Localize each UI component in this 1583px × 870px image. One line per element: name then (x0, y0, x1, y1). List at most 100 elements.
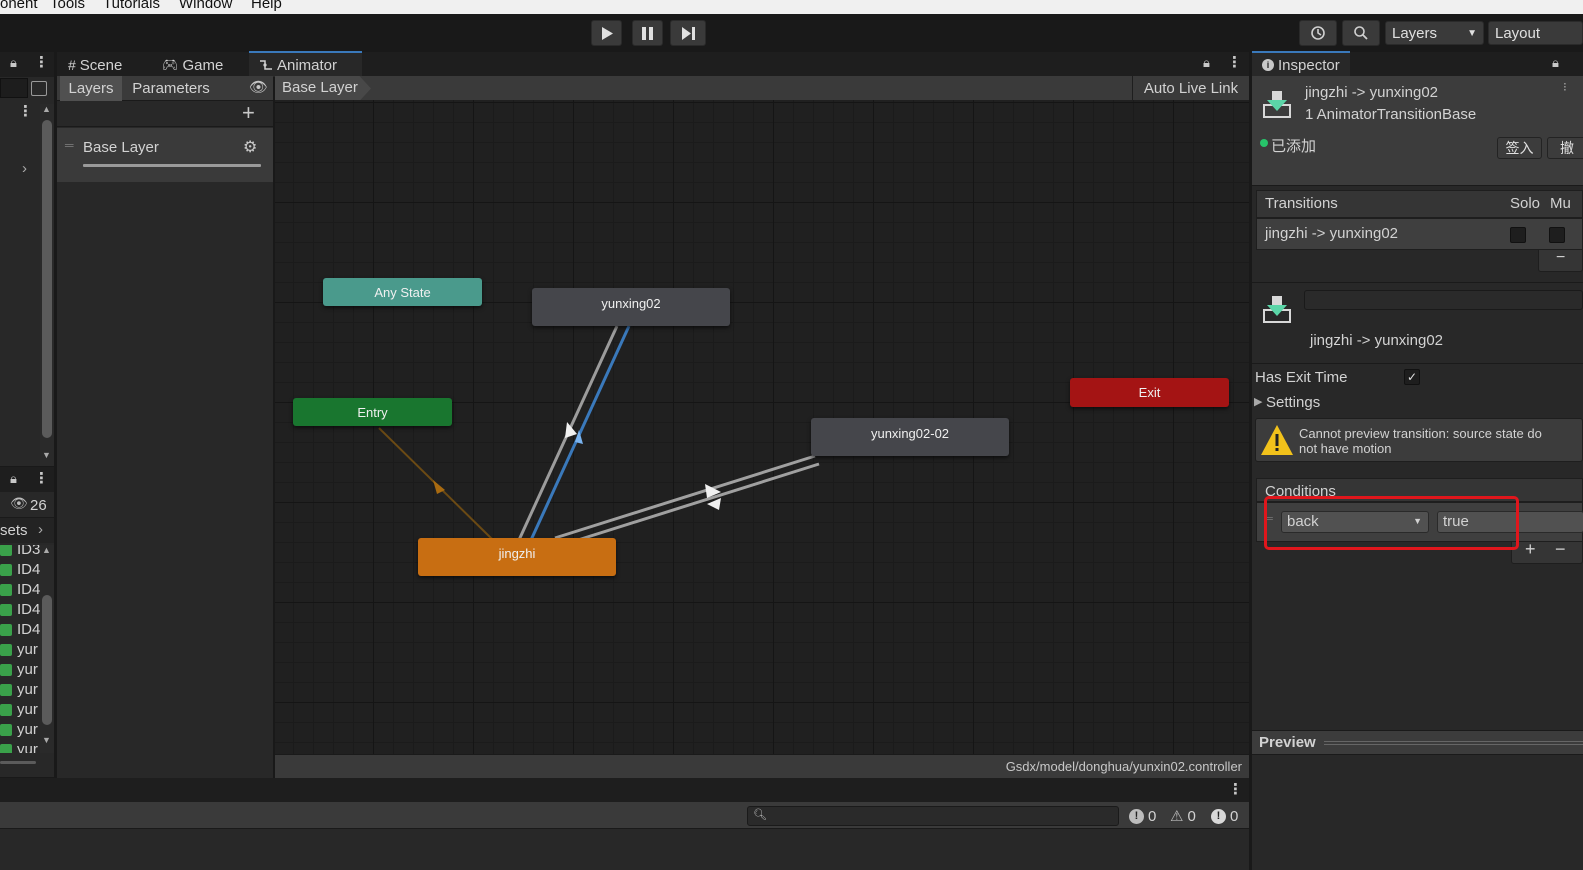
main-toolbar: Layers ▼ Layout (0, 14, 1583, 52)
transition-yunxing02-02-jingzhi (558, 462, 820, 548)
project-scrollbar[interactable]: ▲ ▼ (40, 545, 54, 753)
breadcrumb-item-base-layer: Base Layer (282, 79, 358, 96)
hierarchy-scrollbar[interactable]: ▲ ▼ (40, 104, 54, 466)
layer-item-base[interactable]: ═ Base Layer ⚙ (57, 128, 273, 182)
state-any-state[interactable]: Any State (323, 278, 482, 306)
history-icon (1311, 26, 1325, 40)
tab-layers[interactable]: Layers (60, 76, 122, 101)
layer-weight-bar (83, 164, 261, 167)
lock-icon[interactable]: 🔒︎ (1552, 55, 1559, 71)
state-jingzhi[interactable]: jingzhi (418, 538, 616, 576)
animator-layers-panel: Layers Parameters 👁︎ + ═ Base Layer ⚙ (57, 76, 273, 778)
state-yunxing02[interactable]: yunxing02 (532, 288, 730, 326)
highlight-box (1264, 496, 1519, 550)
settings-foldout[interactable]: Settings (1266, 394, 1320, 411)
transitions-list-header: Transitions Solo Mu (1256, 190, 1583, 218)
eye-icon[interactable]: 👁︎ (249, 78, 268, 96)
scene-visibility-icon[interactable] (31, 81, 47, 96)
menu-help[interactable]: Help (251, 0, 282, 12)
transition-name-input[interactable] (1304, 290, 1583, 310)
auto-live-link-button[interactable]: Auto Live Link (1132, 76, 1249, 101)
tab-layers-label: Layers (68, 80, 114, 97)
error-count-toggle[interactable]: ! 0 (1207, 805, 1249, 827)
menu-component[interactable]: onent (0, 0, 38, 12)
state-yunxing02-02[interactable]: yunxing02-02 (811, 418, 1009, 456)
hidden-count: 26 (30, 497, 47, 514)
layers-dropdown-label: Layers (1392, 24, 1438, 42)
tab-animator[interactable]: Animator (249, 51, 362, 77)
transition-row[interactable]: jingzhi -> yunxing02 (1256, 218, 1583, 250)
breadcrumb[interactable]: Base Layer (275, 76, 371, 101)
tab-inspector[interactable]: i Inspector (1252, 51, 1350, 77)
remove-condition-button[interactable]: − (1555, 539, 1566, 560)
triangle-right-icon[interactable]: ▶ (1254, 395, 1262, 408)
auto-live-link-label: Auto Live Link (1143, 80, 1239, 97)
menu-tools[interactable]: Tools (50, 0, 85, 12)
tab-game[interactable]: 🎮︎ Game (158, 52, 238, 78)
horizontal-scrollbar[interactable] (0, 761, 36, 764)
vc-status-label: 已添加 (1271, 138, 1317, 155)
revert-label: 撤 (1560, 140, 1574, 156)
animator-graph[interactable]: Any State yunxing02 Entry yunxing02-02 E… (275, 100, 1249, 754)
inspector-panel: i Inspector 🔒︎ jingzhi -> yunxing02 1 An… (1252, 51, 1583, 870)
warning-count-toggle[interactable]: ⚠ 0 (1166, 805, 1206, 827)
transition-icon (1263, 91, 1291, 118)
revert-button[interactable]: 撤 (1547, 137, 1583, 159)
solo-checkbox[interactable] (1510, 227, 1526, 243)
condition-footer: + − (1511, 539, 1583, 564)
chevron-down-icon: ▼ (1467, 27, 1477, 39)
has-exit-time-checkbox[interactable]: ✓ (1404, 369, 1420, 385)
menu-dots-icon[interactable]: ⋮ (34, 55, 49, 70)
lock-icon[interactable]: 🔒︎ (10, 55, 17, 71)
history-button[interactable] (1299, 20, 1337, 46)
menu-tutorials[interactable]: Tutorials (103, 0, 160, 12)
inspector-title: jingzhi -> yunxing02 (1305, 84, 1439, 101)
state-exit[interactable]: Exit (1070, 378, 1229, 407)
lock-icon[interactable]: 🔒︎ (10, 471, 17, 487)
tab-game-label: Game (182, 56, 224, 74)
info-count-toggle[interactable]: ! 0 (1125, 805, 1165, 827)
mute-header-label: Mu (1550, 195, 1571, 212)
console-search-input[interactable]: 🔍︎ (747, 806, 1119, 826)
eye-slash-icon[interactable]: 👁︎ (10, 495, 28, 512)
transitions-header-label: Transitions (1265, 195, 1338, 212)
add-layer-button[interactable]: + (242, 101, 255, 125)
hierarchy-menu-dots-icon[interactable]: ⋮ (18, 104, 33, 119)
project-breadcrumb: sets › (0, 517, 54, 543)
tab-animator-label: Animator (277, 56, 338, 74)
pause-icon (642, 26, 653, 40)
layout-dropdown-label: Layout (1495, 24, 1541, 42)
animator-icon (260, 60, 272, 70)
hierarchy-search-input[interactable] (0, 78, 28, 98)
drag-handle-icon[interactable]: ═ (65, 138, 74, 152)
checkin-button[interactable]: 签入 (1497, 137, 1542, 159)
gear-icon[interactable]: ⚙ (243, 137, 257, 157)
vc-status-icon (1260, 139, 1268, 147)
search-button[interactable] (1342, 20, 1380, 46)
tab-parameters[interactable]: Parameters (123, 76, 219, 101)
menu-dots-icon[interactable]: ⋮ (34, 471, 49, 486)
remove-transition-button[interactable]: − (1538, 249, 1583, 272)
info-icon: i (1262, 59, 1274, 71)
tab-scene-label: Scene (79, 56, 123, 74)
layers-dropdown[interactable]: Layers ▼ (1385, 21, 1484, 45)
layout-dropdown[interactable]: Layout (1488, 21, 1583, 45)
tab-parameters-label: Parameters (132, 80, 210, 97)
mute-checkbox[interactable] (1549, 227, 1565, 243)
add-condition-button[interactable]: + (1525, 539, 1536, 560)
tab-scene[interactable]: # Scene (62, 52, 144, 78)
info-count: 0 (1148, 807, 1157, 825)
step-button[interactable] (670, 20, 706, 46)
chevron-right-icon[interactable]: › (22, 160, 27, 177)
warning-text-line2: not have motion (1299, 441, 1392, 456)
transition-name-label: jingzhi -> yunxing02 (1310, 332, 1444, 349)
state-entry[interactable]: Entry (293, 398, 452, 426)
menu-dots-icon[interactable]: ⋮ (1228, 782, 1243, 797)
play-button[interactable] (591, 20, 622, 46)
transition-yunxing02-jingzhi (529, 325, 631, 541)
breadcrumb-item-assets[interactable]: sets (0, 522, 28, 539)
lock-icon[interactable]: 🔒︎ (1203, 55, 1210, 71)
menu-window[interactable]: Window (179, 0, 232, 12)
menu-dots-icon[interactable]: ⋮ (1227, 55, 1242, 70)
pause-button[interactable] (632, 20, 663, 46)
